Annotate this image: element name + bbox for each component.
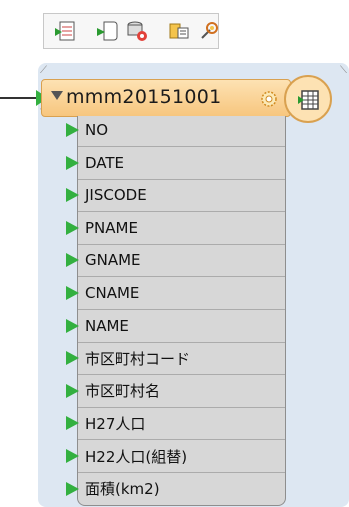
attribute-divider (78, 472, 285, 473)
node-toolbar (43, 13, 219, 49)
attribute-port-icon[interactable] (66, 318, 79, 333)
attribute-row[interactable]: 面積(km2) (66, 478, 160, 500)
collapse-triangle-icon[interactable] (51, 91, 63, 100)
attribute-port-icon[interactable] (66, 416, 79, 431)
navigator-icon[interactable] (168, 20, 190, 42)
attribute-divider (78, 276, 285, 278)
attribute-row[interactable]: H27人口 (66, 412, 145, 434)
resize-handle-top-right[interactable]: ⟍ (340, 65, 347, 76)
add-output-icon[interactable] (96, 20, 118, 42)
db-settings-icon[interactable] (126, 20, 148, 42)
attribute-port-icon[interactable] (66, 188, 79, 203)
attribute-divider (78, 341, 285, 343)
attribute-row[interactable]: NO (66, 119, 108, 141)
attribute-label: 市区町村コード (85, 349, 191, 368)
attribute-row[interactable]: NAME (66, 315, 129, 337)
attribute-row[interactable]: 市区町村名 (66, 380, 160, 402)
attribute-divider (78, 243, 285, 245)
attribute-port-icon[interactable] (66, 449, 79, 463)
attribute-row[interactable]: PNAME (66, 217, 138, 239)
attribute-divider (78, 406, 285, 408)
attribute-label: H22人口(組替) (85, 447, 188, 466)
node-title: mmm20151001 (66, 86, 222, 108)
attribute-port-icon[interactable] (66, 286, 79, 300)
attribute-port-icon[interactable] (66, 383, 79, 398)
attribute-port-icon[interactable] (66, 351, 79, 366)
attribute-label: PNAME (85, 218, 138, 237)
attribute-label: H27人口 (85, 414, 146, 433)
attribute-row[interactable]: DATE (66, 152, 124, 174)
attribute-divider (78, 439, 285, 441)
table-icon (298, 90, 319, 110)
attribute-label: JISCODE (85, 186, 147, 205)
attribute-row[interactable]: JISCODE (66, 184, 147, 206)
attribute-port-icon[interactable] (66, 253, 79, 268)
resize-handle-top-left[interactable]: ⟋ (40, 65, 47, 76)
attribute-port-icon[interactable] (66, 123, 79, 137)
gear-icon[interactable] (258, 88, 280, 110)
attribute-row[interactable]: CNAME (66, 282, 139, 304)
attribute-label: CNAME (85, 284, 140, 302)
output-table-button[interactable] (284, 75, 332, 123)
attribute-label: GNAME (85, 251, 141, 270)
attribute-row[interactable]: H22人口(組替) (66, 445, 187, 467)
attribute-label: 市区町村名 (85, 382, 161, 401)
attribute-label: NAME (85, 316, 129, 335)
attribute-label: 面積(km2) (85, 480, 160, 499)
attribute-divider (78, 374, 285, 376)
attribute-divider (78, 211, 285, 213)
attribute-port-icon[interactable] (66, 155, 79, 170)
feature-types-icon[interactable] (198, 20, 220, 42)
attribute-divider (78, 309, 285, 310)
attribute-divider (78, 146, 285, 147)
add-input-icon[interactable] (54, 20, 76, 42)
attribute-port-icon[interactable] (66, 220, 79, 235)
attribute-label: NO (85, 121, 109, 139)
attribute-row[interactable]: 市区町村コード (66, 347, 190, 369)
attribute-divider (78, 178, 285, 180)
attribute-port-icon[interactable] (66, 481, 79, 496)
attribute-label: DATE (85, 153, 125, 172)
attribute-row[interactable]: GNAME (66, 249, 141, 271)
